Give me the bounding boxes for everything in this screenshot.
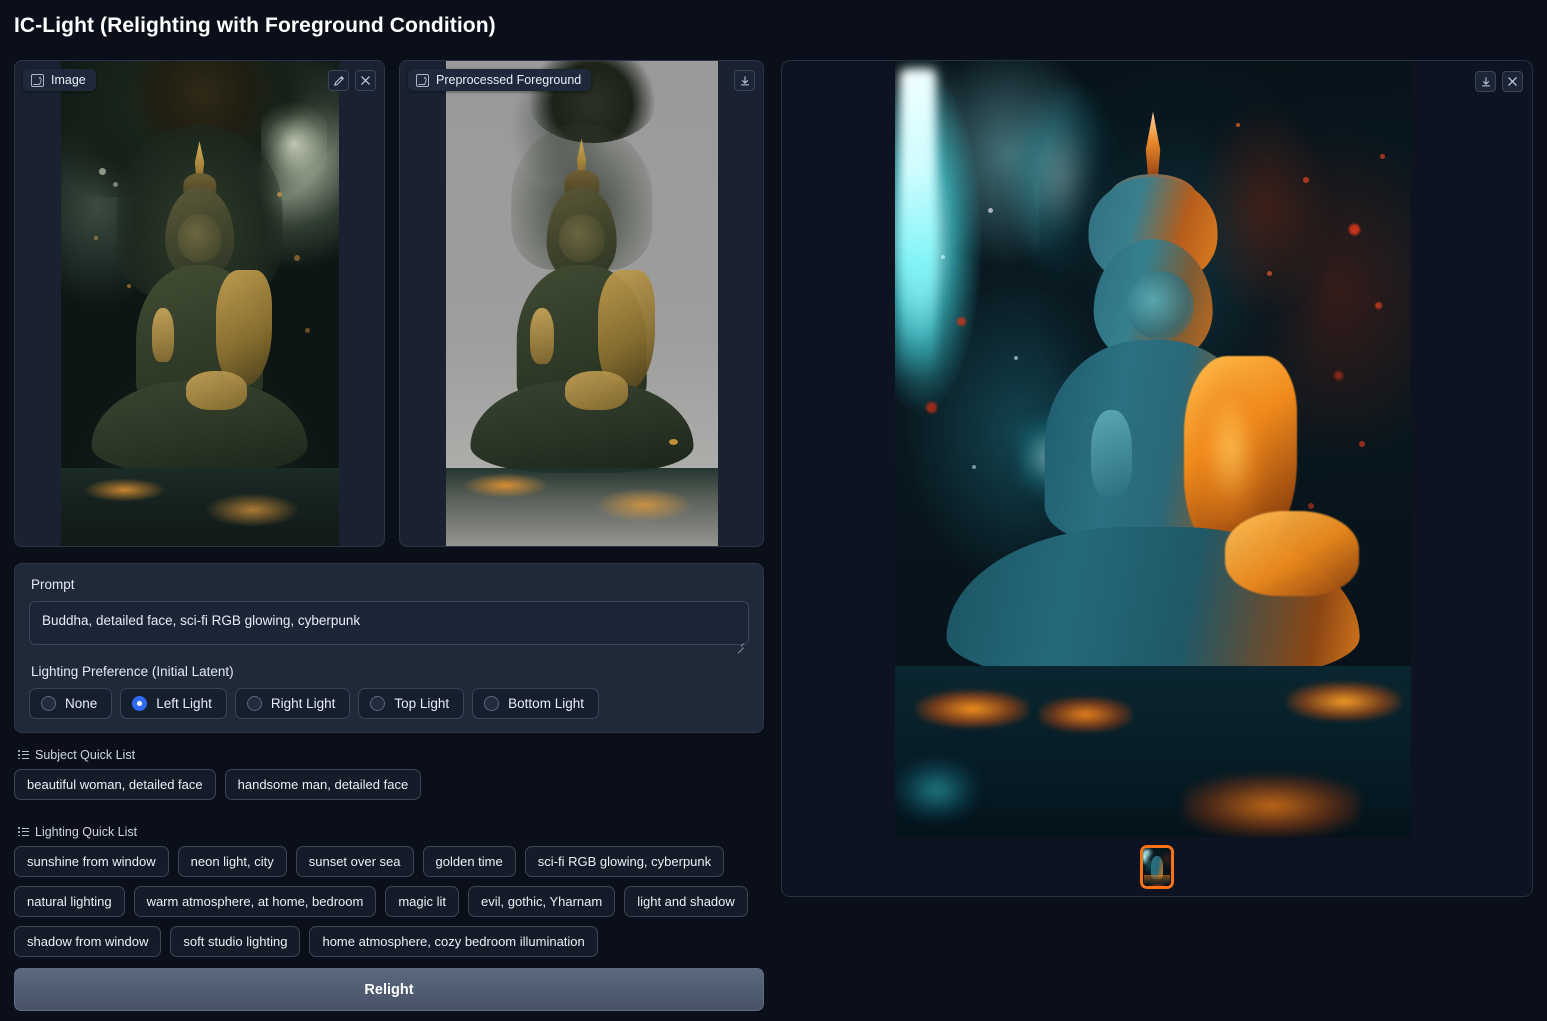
pencil-icon[interactable] [328,70,349,91]
result-image[interactable] [895,61,1411,837]
radio-label: None [65,696,98,711]
lighting-chip[interactable]: home atmosphere, cozy bedroom illuminati… [309,926,598,957]
radio-indicator [132,696,148,711]
lighting-chip[interactable]: sunset over sea [295,846,414,877]
preprocessed-foreground-artwork [445,61,718,546]
preprocessed-foreground-tools [734,70,755,91]
lighting-preference-label: Lighting Preference (Initial Latent) [31,664,234,679]
lighting-chip[interactable]: magic lit [385,886,460,917]
input-images-row: Image Preprocessed Foreground [14,60,764,547]
lighting-quick-list-header: Lighting Quick List [18,825,774,839]
lighting-quick-list-chips: sunshine from window neon light, city su… [14,846,774,957]
gallery-thumbnail[interactable] [1140,844,1174,889]
prompt-input[interactable] [29,601,749,645]
list-icon [18,750,29,760]
input-image-tools [328,70,376,91]
radio-indicator [41,696,56,711]
lighting-chip[interactable]: sunshine from window [14,846,169,877]
radio-top-light[interactable]: Top Light [358,688,465,719]
prompt-group: Prompt Lighting Preference (Initial Late… [14,563,764,733]
radio-label: Right Light [270,696,336,711]
input-image-artwork [60,61,339,546]
close-icon[interactable] [1502,71,1523,92]
lighting-chip[interactable]: sci-fi RGB glowing, cyberpunk [524,846,725,877]
left-column: Image Preprocessed Foreground Prompt Bud… [14,60,764,1012]
image-icon [416,73,429,87]
result-panel-tools [1475,71,1523,92]
relight-button[interactable]: Relight [14,968,764,1011]
list-icon [18,827,29,837]
subject-quick-list-header: Subject Quick List [18,748,764,762]
radio-none[interactable]: None [29,688,113,719]
close-icon[interactable] [355,70,376,91]
radio-indicator [246,696,262,711]
lighting-chip[interactable]: golden time [422,846,516,877]
input-image-panel[interactable]: Image [14,60,385,547]
preprocessed-foreground-label-text: Preprocessed Foreground [436,73,582,87]
ic-light-app: IC-Light (Relighting with Foreground Con… [0,0,1547,1021]
preprocessed-foreground-panel[interactable]: Preprocessed Foreground [399,60,764,547]
download-icon[interactable] [734,70,755,91]
lighting-chip[interactable]: warm atmosphere, at home, bedroom [133,886,377,917]
radio-label: Left Light [156,696,212,711]
image-icon [31,73,44,87]
subject-chip[interactable]: handsome man, detailed face [224,769,422,800]
subject-quick-list-chips: beautiful woman, detailed face handsome … [14,769,764,800]
result-panel [781,60,1533,897]
preprocessed-foreground-label: Preprocessed Foreground [408,69,592,91]
input-image-label: Image [23,69,96,91]
download-icon[interactable] [1475,71,1496,92]
radio-bottom-light[interactable]: Bottom Light [472,688,599,719]
lighting-chip[interactable]: neon light, city [177,846,287,877]
radio-left-light[interactable]: Left Light [120,688,227,719]
input-image-label-text: Image [51,73,86,87]
lighting-chip[interactable]: natural lighting [14,886,125,917]
lighting-preference-radio-group: None Left Light Right Light Top Light Bo… [29,688,749,719]
subject-chip[interactable]: beautiful woman, detailed face [14,769,216,800]
input-image-stage [15,61,384,546]
lighting-quick-list: Lighting Quick List sunshine from window… [14,825,774,957]
radio-right-light[interactable]: Right Light [234,688,351,719]
preprocessed-foreground-stage [400,61,763,546]
lighting-chip[interactable]: light and shadow [624,886,748,917]
subject-quick-list: Subject Quick List beautiful woman, deta… [14,748,764,800]
lighting-chip[interactable]: evil, gothic, Yharnam [468,886,616,917]
lighting-quick-list-label: Lighting Quick List [35,825,138,839]
lighting-chip[interactable]: soft studio lighting [170,926,301,957]
radio-label: Top Light [394,696,450,711]
result-artwork [895,61,1411,837]
lighting-chip[interactable]: shadow from window [14,926,162,957]
subject-quick-list-label: Subject Quick List [35,748,136,762]
prompt-label: Prompt [31,577,75,592]
radio-label: Bottom Light [508,696,584,711]
page-title: IC-Light (Relighting with Foreground Con… [14,14,496,37]
radio-indicator [370,696,386,711]
result-gallery [782,837,1532,896]
radio-indicator [484,696,500,711]
